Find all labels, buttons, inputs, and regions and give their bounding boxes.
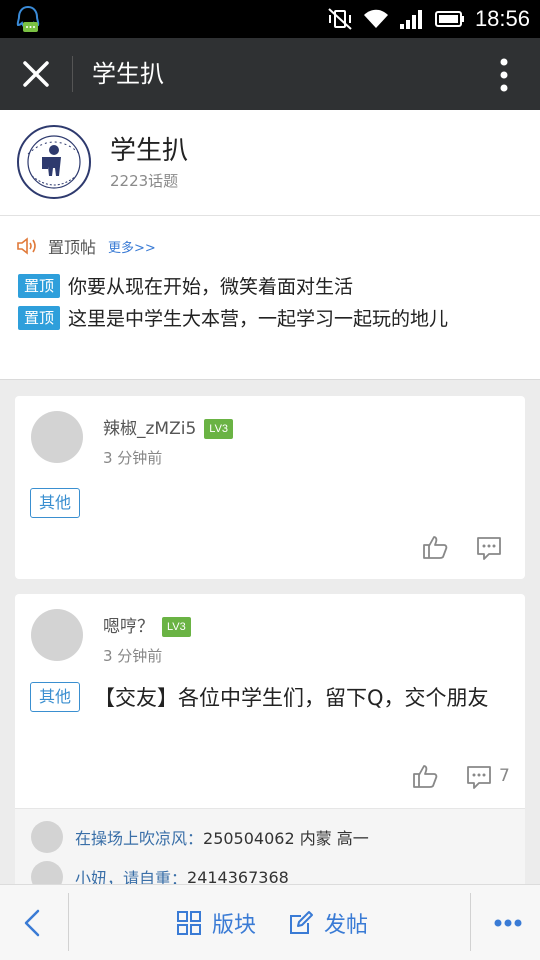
post-time: 3 分钟前 — [103, 449, 163, 467]
speaker-icon — [17, 237, 36, 255]
pinned-more-link[interactable]: 更多>> — [108, 237, 156, 256]
pinned-header: 置顶帖 更多>> — [16, 234, 156, 258]
sections-label: 版块 — [212, 913, 257, 938]
pinned-item[interactable]: 置顶 这里是中学生大本营，一起学习一起玩的地儿 — [18, 304, 448, 331]
new-post-button[interactable]: 发帖 — [288, 907, 368, 939]
clock: 18:56 — [474, 6, 530, 31]
category-tag[interactable]: 其他 — [30, 488, 81, 518]
group-header: 学生扒 2223话题 — [0, 110, 540, 216]
bottom-toolbar: 版块 发帖 — [0, 884, 540, 960]
pinned-section: 置顶帖 更多>> 置顶 你要从现在开始，微笑着面对生活 置顶 这里是中学生大本营… — [0, 216, 540, 380]
pinned-title: 这里是中学生大本营，一起学习一起玩的地儿 — [68, 308, 449, 330]
post-text: 【交友】各位中学生们，留下Q，交个朋友 — [94, 686, 489, 710]
pinned-badge: 置顶 — [18, 273, 61, 298]
level-badge: LV3 — [162, 617, 191, 637]
post-card[interactable]: 辣椒_zMZi5 LV3 3 分钟前 其他 — [15, 396, 525, 579]
back-arrow-icon[interactable] — [20, 907, 44, 939]
username: 辣椒_zMZi5 — [103, 419, 197, 439]
pinned-item[interactable]: 置顶 你要从现在开始，微笑着面对生活 — [18, 272, 353, 299]
post-card[interactable]: 嗯哼？ LV3 3 分钟前 其他 【交友】各位中学生们，留下Q，交个朋友 7 在操场… — [15, 594, 525, 894]
grid-icon — [177, 911, 201, 935]
pinned-title: 你要从现在开始，微笑着面对生活 — [68, 276, 354, 298]
comment-icon[interactable] — [475, 534, 503, 562]
page-title: 学生扒 — [92, 60, 164, 88]
signal-icon — [399, 10, 422, 29]
comment-preview-list: 在操场上吹凉风： 250504062 内蒙 高一 小妞，请自重： 2414367… — [15, 808, 525, 894]
commenter-name[interactable]: 在操场上吹凉风： — [75, 825, 203, 849]
comment-icon[interactable] — [465, 763, 493, 791]
post-author[interactable]: 嗯哼？ LV3 — [103, 612, 191, 637]
comment-text: 250504062 内蒙 高一 — [203, 829, 369, 848]
avatar[interactable] — [31, 609, 83, 661]
mute-vibrate-icon — [328, 8, 352, 30]
edit-icon — [290, 911, 313, 934]
level-badge: LV3 — [204, 419, 234, 439]
avatar[interactable] — [31, 821, 63, 853]
new-post-label: 发帖 — [324, 913, 369, 938]
title-bar: 学生扒 — [0, 38, 540, 110]
pinned-badge: 置顶 — [18, 305, 61, 330]
wifi-icon — [363, 9, 388, 28]
comment-count: 7 — [499, 766, 510, 786]
avatar[interactable] — [31, 411, 83, 463]
post-time: 3 分钟前 — [103, 647, 163, 665]
like-icon[interactable] — [411, 762, 439, 790]
qq-notification-icon — [16, 5, 40, 32]
more-vertical-icon[interactable] — [498, 58, 510, 92]
sections-button[interactable]: 版块 — [176, 907, 256, 939]
username: 嗯哼？ — [103, 617, 154, 637]
divider — [68, 893, 69, 951]
like-icon[interactable] — [421, 533, 449, 561]
group-logo[interactable] — [16, 124, 92, 200]
divider — [470, 893, 471, 951]
divider — [72, 56, 73, 92]
topic-count: 2223话题 — [110, 172, 179, 190]
category-tag[interactable]: 其他 — [30, 682, 81, 712]
close-icon[interactable] — [18, 56, 54, 92]
comment-preview[interactable]: 在操场上吹凉风： 250504062 内蒙 高一 — [31, 821, 369, 853]
battery-icon — [434, 11, 464, 27]
post-content[interactable]: 其他 【交友】各位中学生们，留下Q，交个朋友 — [30, 682, 510, 713]
group-name: 学生扒 — [110, 136, 189, 166]
pinned-label: 置顶帖 — [48, 238, 97, 257]
more-horizontal-icon[interactable] — [493, 917, 523, 929]
status-bar: 18:56 — [0, 0, 540, 38]
post-author[interactable]: 辣椒_zMZi5 LV3 — [103, 414, 234, 439]
